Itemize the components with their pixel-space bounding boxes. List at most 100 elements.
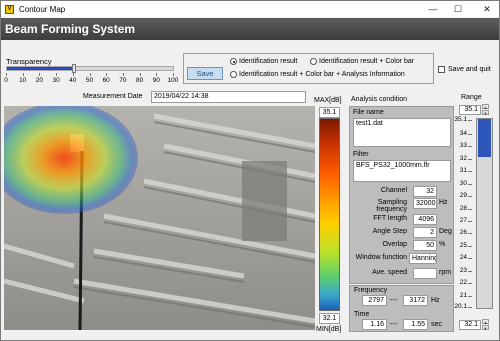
colorbar-max-label: MAX[dB] [314, 97, 342, 104]
file-name-field: test1.dat [353, 118, 451, 147]
transparency-tick [56, 73, 58, 76]
condition-label: Overlap [382, 241, 407, 248]
condition-label: Angle Step [372, 228, 407, 235]
condition-unit: % [439, 241, 446, 248]
range-tick-label: 26 [459, 229, 467, 237]
condition-value: 32 [413, 186, 437, 197]
range-tick-label: 21 [459, 291, 467, 299]
range-upper-decrement[interactable]: ▼ [482, 110, 489, 116]
checkbox-indicator [438, 66, 445, 73]
app-title: Beam Forming System [1, 18, 499, 40]
save-and-quit-checkbox[interactable]: Save and quit [438, 66, 491, 73]
frequency-from-field: 2797 [362, 295, 387, 306]
contour-map-window: V Contour Map — ☐ ✕ Beam Forming System … [0, 0, 500, 341]
transparency-tick [6, 73, 7, 76]
transparency-fill [7, 67, 74, 70]
title-bar: V Contour Map — ☐ ✕ [1, 1, 499, 17]
range-scale-bottom: 20.1 [454, 303, 467, 310]
range-slider[interactable] [476, 118, 493, 309]
transparency-slider[interactable] [6, 66, 174, 71]
frequency-label: Frequency [354, 287, 388, 294]
transparency-label: Transparency [6, 57, 52, 66]
condition-value: Hanning [409, 253, 437, 264]
range-tick-label: 28 [459, 204, 467, 212]
range-tick-label: 22 [459, 279, 467, 287]
radio-indicator [230, 71, 237, 78]
range-lower-field[interactable]: 32.1 [459, 320, 481, 330]
range-tick [468, 270, 472, 272]
frequency-to-field: 3172 [403, 295, 428, 306]
time-from-field: 1.16 [362, 319, 387, 330]
range-tick [468, 133, 472, 135]
transparency-ticks [6, 73, 174, 76]
range-lower-decrement[interactable]: ▼ [482, 325, 489, 331]
time-separator: --- [390, 321, 397, 328]
range-tick [468, 120, 472, 121]
save-button[interactable]: Save [187, 67, 223, 80]
range-tick [468, 295, 472, 297]
radio-identification-result[interactable]: Identification result [230, 58, 297, 65]
minimize-button[interactable]: — [425, 1, 441, 17]
transparency-tick [39, 73, 41, 76]
condition-value [413, 268, 437, 279]
transparency-slider-thumb[interactable] [71, 64, 76, 73]
range-tick-label: 25 [459, 241, 467, 249]
frequency-unit: Hz [431, 297, 440, 304]
condition-value: 50 [413, 240, 437, 251]
condition-label: Channel [380, 187, 407, 194]
condition-unit: Hz [439, 199, 448, 206]
analysis-condition-title: Analysis condition [351, 96, 408, 103]
range-tick [468, 233, 472, 235]
range-selected-fill [478, 119, 491, 157]
condition-label: FFT length [373, 215, 407, 222]
radio-identification-colorbar[interactable]: Identification result + Color bar [310, 58, 414, 65]
range-tick [468, 220, 472, 222]
condition-value: 32000 [413, 198, 437, 209]
color-scale-bar [319, 118, 340, 311]
range-tick-label: 27 [459, 216, 467, 224]
maximize-button[interactable]: ☐ [450, 1, 466, 17]
transparency-tick [106, 73, 108, 76]
range-tick-label: 31 [459, 167, 467, 175]
transparency-tick [122, 73, 124, 76]
range-tick [468, 245, 472, 247]
contour-map-image[interactable] [4, 106, 315, 330]
frequency-separator: --- [390, 297, 397, 304]
time-unit: sec [431, 321, 442, 328]
window-title: Contour Map [19, 4, 66, 14]
range-upper-field[interactable]: 35.1 [459, 105, 481, 115]
transparency-tick [89, 73, 91, 76]
range-tick [468, 171, 472, 173]
range-tick-label: 23 [459, 266, 467, 274]
condition-label: Window function [355, 254, 407, 261]
camera-scene [4, 106, 315, 330]
range-upper-increment[interactable]: ▲ [482, 104, 489, 110]
colorbar-min-value: 32.1 [319, 313, 340, 324]
time-to-field: 1.55 [403, 319, 428, 330]
range-tick-label: 24 [459, 254, 467, 262]
range-lower-increment[interactable]: ▲ [482, 319, 489, 325]
measurement-date-field[interactable]: 2019/04/22 14:38 [151, 91, 306, 103]
range-tick-label: 33 [459, 142, 467, 150]
condition-label: Sampling frequency [376, 199, 407, 213]
close-button[interactable]: ✕ [479, 1, 495, 17]
transparency-tick [22, 73, 24, 76]
radio-identification-colorbar-analysis[interactable]: Identification result + Color bar + Anal… [230, 71, 405, 78]
range-tick-label: 30 [459, 179, 467, 187]
range-label: Range [461, 94, 482, 101]
measurement-date-label: Measurement Date [83, 93, 143, 100]
labview-icon: V [5, 4, 14, 14]
range-tick-label: 32 [459, 154, 467, 162]
condition-value: 4096 [413, 214, 437, 225]
range-tick-label: 34 [459, 129, 467, 137]
transparency-tick [156, 73, 158, 76]
colorbar-max-value: 35.1 [319, 107, 340, 118]
range-tick [468, 283, 472, 285]
range-tick-label: 29 [459, 192, 467, 200]
filter-field: BFS_PS32_1000mm.flr [353, 160, 451, 182]
range-tick [468, 196, 472, 198]
file-name-label: File name [353, 109, 384, 116]
range-tick [468, 146, 472, 148]
transparency-tick [139, 73, 141, 76]
filter-label: Filter [353, 151, 369, 158]
